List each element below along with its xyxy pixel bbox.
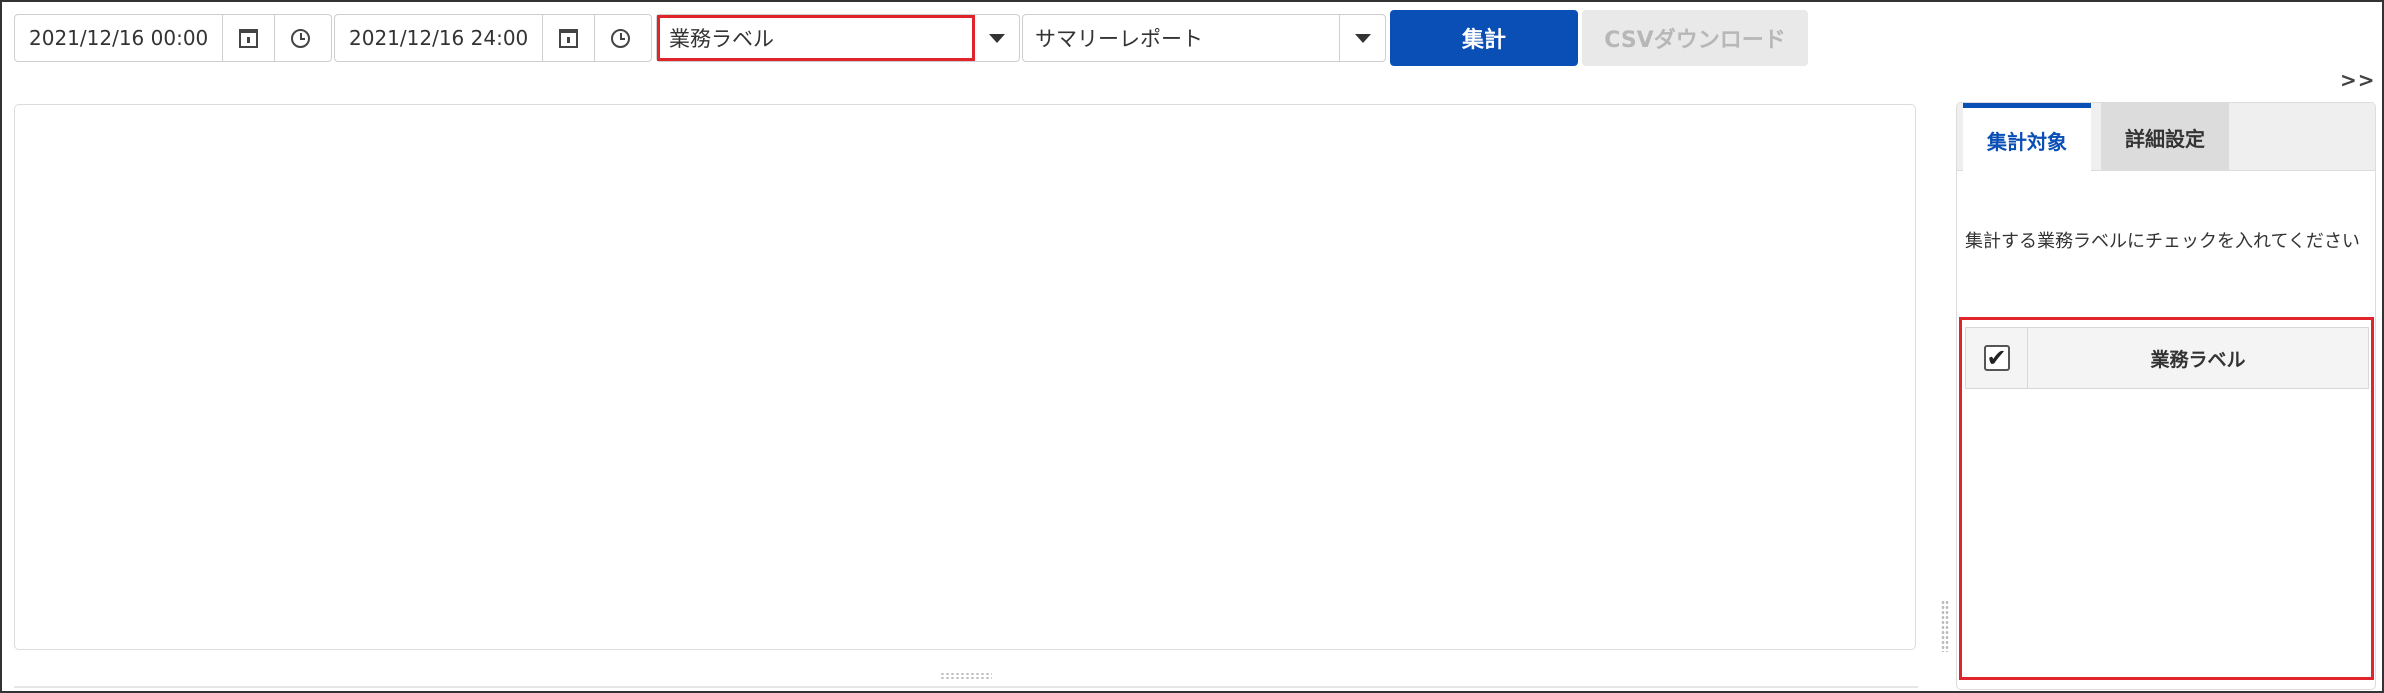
report-type-value: サマリーレポート bbox=[1035, 27, 1203, 51]
calendar-icon bbox=[559, 28, 579, 48]
chevron-down-icon bbox=[988, 33, 1005, 43]
report-type-dropdown-button[interactable] bbox=[1339, 15, 1385, 61]
column-header-label: 業務ラベル bbox=[2150, 348, 2246, 371]
select-all-checkbox[interactable]: ✔ bbox=[1983, 345, 2010, 371]
start-date-picker-button[interactable] bbox=[222, 15, 274, 61]
label-table-header: ✔ 業務ラベル bbox=[1965, 327, 2369, 389]
aggregation-key-select[interactable]: 業務ラベル bbox=[656, 14, 1020, 62]
tab-aggregation-target[interactable]: 集計対象 bbox=[1963, 103, 2091, 172]
end-datetime-value[interactable]: 2021/12/16 24:00 bbox=[335, 15, 542, 61]
start-datetime-value[interactable]: 2021/12/16 00:00 bbox=[15, 15, 222, 61]
end-datetime-field[interactable]: 2021/12/16 24:00 bbox=[334, 14, 652, 62]
aggregation-settings-panel: 集計対象 詳細設定 集計する業務ラベルにチェックを入れてください ✔ 業務ラベル bbox=[1956, 102, 2376, 690]
end-date-picker-button[interactable] bbox=[542, 15, 594, 61]
clock-icon bbox=[291, 28, 311, 48]
report-result-area bbox=[14, 104, 1916, 650]
instruction-text: 集計する業務ラベルにチェックを入れてください bbox=[1965, 231, 2360, 252]
start-datetime-field[interactable]: 2021/12/16 00:00 bbox=[14, 14, 332, 62]
select-all-cell[interactable]: ✔ bbox=[1966, 328, 2028, 388]
aggregation-key-value: 業務ラベル bbox=[669, 27, 774, 51]
bottom-table-edge bbox=[14, 686, 1918, 688]
horizontal-resize-handle[interactable] bbox=[940, 672, 992, 680]
end-time-picker-button[interactable] bbox=[594, 15, 646, 61]
calendar-icon bbox=[239, 28, 259, 48]
vertical-resize-handle[interactable] bbox=[1941, 600, 1949, 652]
start-time-picker-button[interactable] bbox=[274, 15, 326, 61]
chevron-down-icon bbox=[1354, 33, 1371, 43]
tab-detail-settings[interactable]: 詳細設定 bbox=[2101, 103, 2229, 171]
expand-panel-toggle[interactable]: >> bbox=[2340, 68, 2376, 92]
aggregation-key-dropdown-button[interactable] bbox=[973, 15, 1019, 61]
report-type-select[interactable]: サマリーレポート bbox=[1022, 14, 1386, 62]
aggregate-button[interactable]: 集計 bbox=[1390, 10, 1578, 66]
clock-icon bbox=[611, 28, 631, 48]
settings-tab-bar: 集計対象 詳細設定 bbox=[1957, 103, 2375, 172]
csv-download-button: CSVダウンロード bbox=[1582, 10, 1808, 66]
